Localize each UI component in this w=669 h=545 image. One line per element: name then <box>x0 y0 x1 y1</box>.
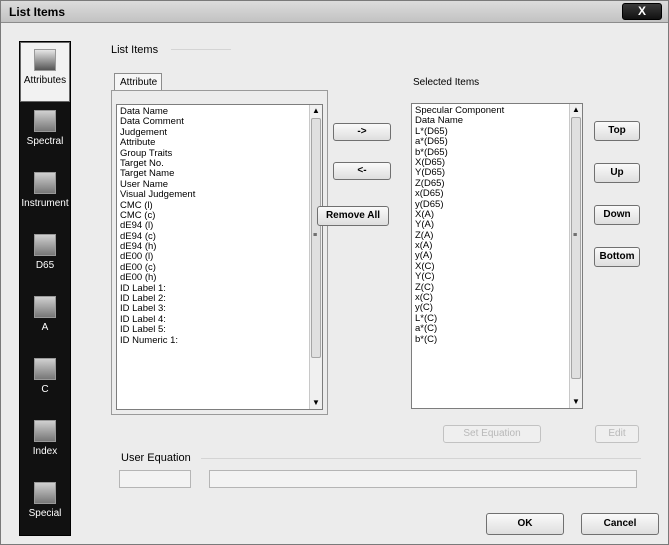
list-item[interactable]: x(A) <box>415 240 582 251</box>
instrument-icon <box>34 172 56 194</box>
attribute-listbox[interactable]: Data Name Data Comment Judgement Attribute G… <box>116 104 323 410</box>
scroll-grip-icon: ≡ <box>572 232 578 239</box>
remove-all-button[interactable]: Remove All <box>317 206 389 226</box>
edit-button[interactable]: Edit <box>595 425 639 443</box>
add-button[interactable]: -> <box>333 123 391 141</box>
spectral-icon <box>34 110 56 132</box>
list-item[interactable]: ID Numeric 1: <box>120 335 322 346</box>
sidebar-item-label: Special <box>28 508 62 519</box>
user-equation-name-field[interactable] <box>119 470 191 488</box>
sidebar-item-a[interactable]: A <box>20 290 70 350</box>
list-item[interactable]: Attribute <box>120 137 322 148</box>
list-item[interactable]: b*(C) <box>415 334 582 345</box>
attribute-list: Data Name Data Comment Judgement Attribute G… <box>117 105 322 346</box>
user-equation-formula-field[interactable] <box>209 470 637 488</box>
tab-attribute[interactable]: Attribute <box>114 73 162 91</box>
window-title: List Items <box>9 5 66 19</box>
top-button[interactable]: Top <box>594 121 640 141</box>
category-sidebar: Attributes Spectral Instrument D65 A C I… <box>19 41 71 536</box>
cancel-button[interactable]: Cancel <box>581 513 659 535</box>
special-icon <box>34 482 56 504</box>
scroll-up-icon[interactable]: ▲ <box>310 105 322 117</box>
divider <box>171 49 231 50</box>
sidebar-item-label: D65 <box>35 260 55 271</box>
sidebar-item-label: Spectral <box>26 136 64 147</box>
title-bar[interactable]: List Items X <box>1 1 668 23</box>
divider <box>201 458 641 459</box>
list-item[interactable]: Visual Judgement <box>120 189 322 200</box>
sidebar-item-spectral[interactable]: Spectral <box>20 104 70 164</box>
sidebar-item-instrument[interactable]: Instrument <box>20 166 70 226</box>
list-item[interactable]: x(C) <box>415 292 582 303</box>
sidebar-item-label: A <box>41 322 49 333</box>
remove-button[interactable]: <- <box>333 162 391 180</box>
attribute-scrollbar[interactable]: ▲ ≡ ▼ <box>309 105 322 409</box>
sidebar-item-d65[interactable]: D65 <box>20 228 70 288</box>
sidebar-item-label: C <box>41 384 49 395</box>
sidebar-item-c[interactable]: C <box>20 352 70 412</box>
list-item[interactable]: X(A) <box>415 209 582 220</box>
up-button[interactable]: Up <box>594 163 640 183</box>
user-equation-label: User Equation <box>121 452 191 464</box>
sidebar-item-attributes[interactable]: Attributes <box>20 42 70 102</box>
scroll-down-icon[interactable]: ▼ <box>310 397 322 409</box>
sidebar-item-label: Instrument <box>21 198 69 209</box>
selected-items-list: Specular Component Data Name L*(D65) a*(D65… <box>412 104 582 345</box>
close-button[interactable]: X <box>622 3 662 20</box>
set-equation-button[interactable]: Set Equation <box>443 425 541 443</box>
list-item[interactable]: X(C) <box>415 261 582 272</box>
illuminant-a-icon <box>34 296 56 318</box>
scroll-down-icon[interactable]: ▼ <box>570 396 582 408</box>
page-title: List Items <box>111 44 159 56</box>
d65-icon <box>34 234 56 256</box>
attribute-tab-panel: Data Name Data Comment Judgement Attribute G… <box>111 90 328 415</box>
sidebar-item-label: Index <box>32 446 58 457</box>
list-item[interactable]: y(C) <box>415 303 582 314</box>
list-item[interactable]: a*(D65) <box>415 136 582 147</box>
sidebar-item-special[interactable]: Special <box>20 476 70 536</box>
selected-items-listbox[interactable]: Specular Component Data Name L*(D65) a*(D65… <box>411 103 583 409</box>
list-item[interactable]: Y(A) <box>415 219 582 230</box>
bottom-button[interactable]: Bottom <box>594 247 640 267</box>
illuminant-c-icon <box>34 358 56 380</box>
scroll-thumb[interactable] <box>571 117 581 379</box>
ok-button[interactable]: OK <box>486 513 564 535</box>
sidebar-item-index[interactable]: Index <box>20 414 70 474</box>
down-button[interactable]: Down <box>594 205 640 225</box>
list-item[interactable]: Y(C) <box>415 271 582 282</box>
sidebar-item-label: Attributes <box>23 75 67 86</box>
list-item[interactable]: y(A) <box>415 251 582 262</box>
selected-items-label: Selected Items <box>413 77 480 88</box>
list-item[interactable]: y(D65) <box>415 199 582 210</box>
list-item[interactable]: a*(C) <box>415 323 582 334</box>
index-icon <box>34 420 56 442</box>
list-item[interactable]: x(D65) <box>415 188 582 199</box>
list-item[interactable]: L*(C) <box>415 313 582 324</box>
scroll-grip-icon: ≡ <box>312 232 318 239</box>
list-items-dialog: List Items X Attributes Spectral Instrum… <box>0 0 669 545</box>
attributes-icon <box>34 49 56 71</box>
selected-scrollbar[interactable]: ▲ ≡ ▼ <box>569 104 582 408</box>
scroll-up-icon[interactable]: ▲ <box>570 104 582 116</box>
list-item[interactable]: Z(C) <box>415 282 582 293</box>
list-item[interactable]: Z(A) <box>415 230 582 241</box>
